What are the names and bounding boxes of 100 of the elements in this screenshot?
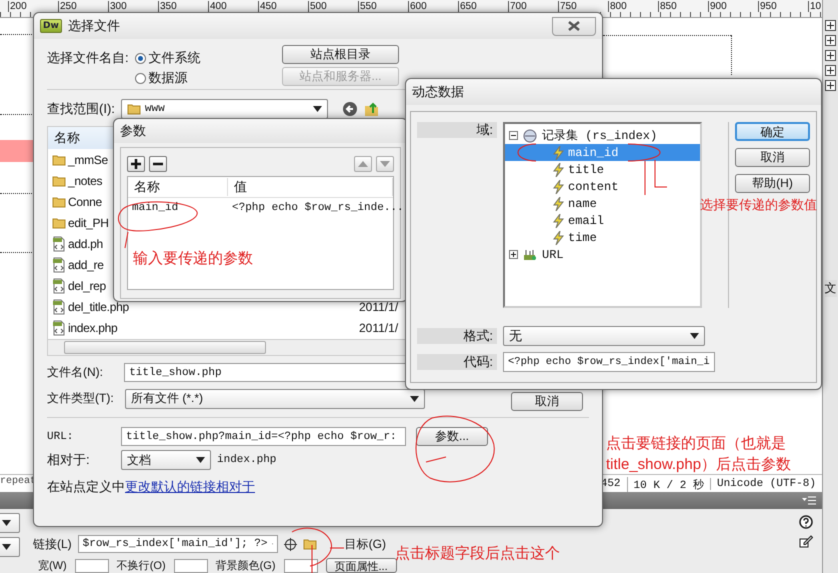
lightning-icon [552,196,564,210]
back-icon[interactable] [342,101,358,117]
file-item[interactable]: Conne [68,194,102,208]
column-header[interactable]: 名称 [54,129,80,147]
input-field[interactable] [74,558,109,572]
site-button[interactable]: 站点根目录 [282,45,399,64]
ruler-label: 700 [508,1,527,12]
ruler-label: 300 [108,1,127,12]
input-field[interactable] [284,558,318,572]
move-down-button[interactable] [376,156,394,172]
ruler-label: 650 [458,1,477,12]
link-label: 链接(L) [33,536,72,552]
expand-icon[interactable] [825,20,836,31]
format-dropdown[interactable]: 无 [503,326,705,346]
tree-item[interactable]: name [505,195,700,212]
ruler-label: 350 [158,1,177,12]
dialog-button[interactable]: 确定 [735,122,810,141]
help-icon[interactable] [799,515,813,529]
tree-item[interactable]: title [505,161,700,178]
ruler-label: 550 [358,1,377,12]
relative-dropdown[interactable]: 文档 [121,450,211,470]
dialog-button[interactable]: 取消 [735,148,810,167]
window-title: 选择文件 [68,17,120,35]
up-arrow-icon [358,161,368,167]
format-label: 格式: [417,328,497,344]
file-icon [52,236,66,252]
file-item[interactable]: del_title.php [68,300,129,314]
parameter-value-cell[interactable]: <?php echo $row_rs_inde... [228,202,404,214]
url-label: URL: [47,430,74,442]
folder-dropdown[interactable]: www [120,99,328,119]
code-field[interactable]: <?php echo $row_rs_index['main_i [503,352,715,372]
folder-icon [52,194,66,208]
file-icon [52,320,66,336]
file-icon [52,278,66,294]
close-button[interactable] [552,16,596,36]
file-item[interactable]: index.php [68,320,118,334]
radio-button[interactable] [134,52,146,64]
collapse-icon[interactable] [509,131,518,140]
cancel-button[interactable]: 取消 [511,392,583,411]
ruler-label: 800 [608,1,627,12]
edit-icon[interactable] [799,534,813,548]
folder-icon [302,537,317,551]
tag-selector-text[interactable]: repeat [0,476,36,487]
page-properties-button[interactable]: 页面属性... [326,558,397,573]
link-field[interactable]: $row_rs_index['main_id']; ?> [78,535,278,553]
ruler-label: 450 [258,1,277,12]
expand-icon[interactable] [825,50,836,61]
target-icon[interactable] [284,538,297,550]
options-menu-icon[interactable] [802,496,816,505]
expand-icon[interactable] [825,35,836,46]
move-up-button[interactable] [354,156,372,172]
tree-item[interactable]: 记录集 (rs_index) [505,127,700,144]
ruler-label: 500 [308,1,327,12]
add-button[interactable] [127,156,145,172]
parameters-button[interactable]: 参数... [416,427,488,446]
expand-icon[interactable] [825,80,836,91]
folder-icon [52,216,66,230]
file-item[interactable]: edit_PH [68,216,109,230]
input-field[interactable] [174,558,208,572]
file-type-label: 文件类型(T): [47,390,115,407]
radio-button[interactable] [134,72,146,84]
panel-tab[interactable]: 文 [824,280,836,297]
file-item[interactable]: _notes [68,174,102,188]
app-logo: Dw [40,19,62,33]
ruler-label: 750 [558,1,577,12]
expand-icon[interactable] [825,65,836,76]
relative-label: 相对于: [47,451,91,469]
dialog-button[interactable]: 帮助(H) [735,174,810,193]
dropdown[interactable] [0,537,20,557]
file-type-dropdown[interactable]: 所有文件 (*.*) [125,388,425,408]
parameter-name-cell[interactable]: main_id [128,202,228,214]
folder-icon [126,102,141,116]
file-icon [52,298,66,314]
file-item[interactable]: _mmSe [68,152,108,166]
field-label: 背景颜色(G) [216,558,276,573]
file-item[interactable]: add_re [68,258,104,272]
up-folder-icon[interactable] [364,101,380,117]
tree-item[interactable]: email [505,212,700,229]
code-label: 代码: [417,354,497,370]
radio-label[interactable]: 数据源 [148,69,188,87]
tree-item[interactable]: time [505,229,700,246]
expand-icon[interactable] [509,250,518,259]
tree-item[interactable]: content [505,178,700,195]
url-field[interactable]: title_show.php?main_id=<?php echo $row_r: [121,427,406,446]
annotation-text: 输入要传递的参数 [133,249,253,268]
lightning-icon [552,230,564,244]
annotation-text: 点击标题字段后点击这个 [395,544,560,563]
down-arrow-icon [380,161,390,167]
radio-label[interactable]: 文件系统 [148,49,201,67]
file-item[interactable]: add.ph [68,236,103,250]
dropdown[interactable] [0,513,20,533]
remove-button[interactable] [149,156,167,172]
relative-file-text: index.php [217,454,276,466]
file-icon [52,256,66,272]
tree-item[interactable]: URL [505,246,700,263]
ruler-label: 900 [708,1,727,12]
change-default-link[interactable]: 更改默认的链接相对于 [125,478,255,496]
ruler-label: 600 [408,1,427,12]
date-cell-text: 2011/1/ [359,300,400,314]
file-item[interactable]: del_rep [68,278,106,292]
